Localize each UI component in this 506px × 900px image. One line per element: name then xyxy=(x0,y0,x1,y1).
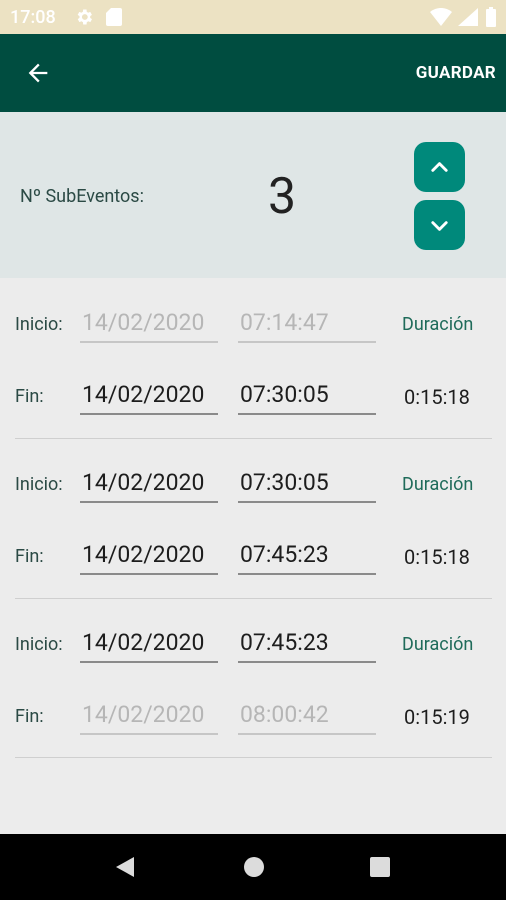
chevron-up-icon xyxy=(431,162,448,172)
fin-label: Fin: xyxy=(15,546,44,567)
fin-date-field[interactable]: 14/02/2020 xyxy=(80,381,218,415)
duration-value: 0:15:18 xyxy=(404,385,470,409)
fin-label: Fin: xyxy=(15,386,44,407)
inicio-date-field[interactable]: 14/02/2020 xyxy=(80,629,218,663)
fin-time-field[interactable]: 07:45:23 xyxy=(238,541,376,575)
fin-time-field[interactable]: 07:30:05 xyxy=(238,381,376,415)
fin-date-field[interactable]: 14/02/2020 xyxy=(80,701,218,735)
save-button[interactable]: GUARDAR xyxy=(416,63,496,83)
battery-icon xyxy=(486,7,496,27)
nav-home-icon[interactable] xyxy=(243,856,265,878)
divider xyxy=(15,438,492,439)
wifi-icon xyxy=(430,8,452,26)
sd-card-icon xyxy=(106,8,122,26)
divider xyxy=(15,598,492,599)
status-time: 17:08 xyxy=(10,7,56,28)
inicio-time-field[interactable]: 07:45:23 xyxy=(238,629,376,663)
duration-value: 0:15:19 xyxy=(404,705,470,729)
inicio-time-field[interactable]: 07:14:47 xyxy=(238,309,376,343)
cell-signal-icon xyxy=(458,8,478,26)
inicio-date-field[interactable]: 14/02/2020 xyxy=(80,469,218,503)
duration-label: Duración xyxy=(402,314,474,335)
system-nav-bar xyxy=(0,834,506,900)
inicio-label: Inicio: xyxy=(15,314,63,335)
nav-recents-icon[interactable] xyxy=(369,856,391,878)
duration-value: 0:15:18 xyxy=(404,545,470,569)
nav-back-icon[interactable] xyxy=(114,856,136,878)
fin-label: Fin: xyxy=(15,706,44,727)
inicio-label: Inicio: xyxy=(15,634,63,655)
inicio-date-field[interactable]: 14/02/2020 xyxy=(80,309,218,343)
subevent-count-value: 3 xyxy=(268,168,297,226)
subevent-count-label: Nº SubEventos: xyxy=(20,186,144,207)
subevent-count-panel: Nº SubEventos: 3 xyxy=(0,112,506,278)
divider xyxy=(15,757,492,758)
duration-label: Duración xyxy=(402,634,474,655)
chevron-down-icon xyxy=(431,221,448,231)
duration-label: Duración xyxy=(402,474,474,495)
fin-time-field[interactable]: 08:00:42 xyxy=(238,701,376,735)
gear-icon xyxy=(77,9,92,25)
increment-button[interactable] xyxy=(414,142,465,192)
inicio-label: Inicio: xyxy=(15,474,63,495)
inicio-time-field[interactable]: 07:30:05 xyxy=(238,469,376,503)
fin-date-field[interactable]: 14/02/2020 xyxy=(80,541,218,575)
back-arrow-icon[interactable] xyxy=(24,59,52,87)
app-toolbar: GUARDAR xyxy=(0,34,506,112)
status-bar: 17:08 xyxy=(0,0,506,34)
decrement-button[interactable] xyxy=(414,200,465,250)
